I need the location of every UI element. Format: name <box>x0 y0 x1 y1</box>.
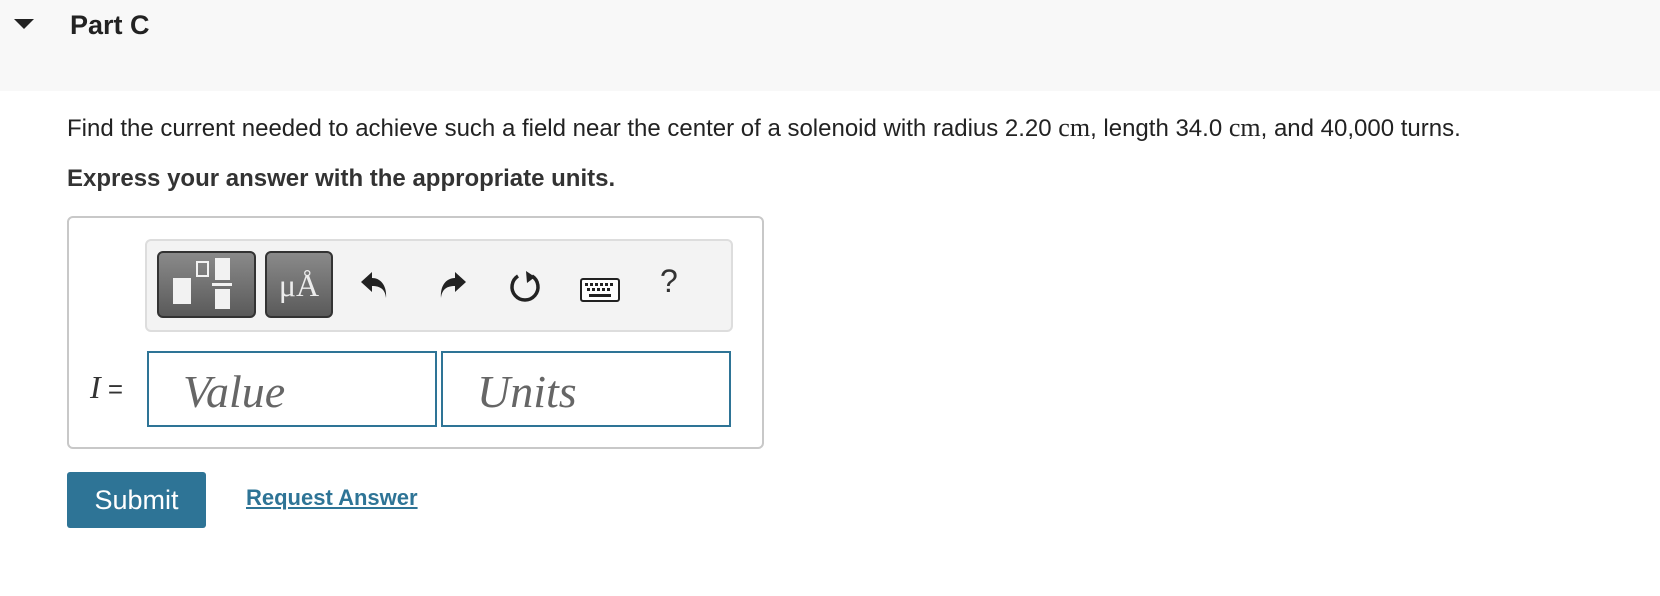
keyboard-icon[interactable] <box>580 278 620 302</box>
unit-cm-1: cm <box>1058 113 1091 142</box>
request-answer-link[interactable]: Request Answer <box>246 485 418 511</box>
units-input[interactable]: Units <box>441 351 731 427</box>
value-input[interactable]: Value <box>147 351 437 427</box>
unit-cm-2: cm <box>1228 113 1261 142</box>
units-button[interactable]: μÅ <box>265 251 333 318</box>
redo-icon[interactable] <box>435 268 469 302</box>
variable-symbol: I <box>90 369 101 405</box>
templates-icon <box>173 258 232 309</box>
variable-label: I = <box>90 369 123 406</box>
question-text: Find the current needed to achieve such … <box>67 113 1461 143</box>
part-title: Part C <box>70 10 150 40</box>
question-text-3: , and 40,000 turns. <box>1260 115 1461 142</box>
question-text-1: Find the current needed to achieve such … <box>67 115 1059 142</box>
instruction-text: Express your answer with the appropriate… <box>67 165 616 192</box>
units-button-label: μÅ <box>278 267 320 303</box>
submit-button[interactable]: Submit <box>67 472 206 528</box>
help-button[interactable]: ? <box>660 263 678 300</box>
templates-button[interactable] <box>157 251 256 318</box>
undo-icon[interactable] <box>358 268 392 302</box>
collapse-caret-icon[interactable] <box>14 19 34 29</box>
question-text-2: , length 34.0 <box>1090 115 1229 142</box>
reset-icon[interactable] <box>506 268 544 306</box>
equals-sign: = <box>107 374 124 404</box>
part-header: Part C <box>0 0 1660 91</box>
